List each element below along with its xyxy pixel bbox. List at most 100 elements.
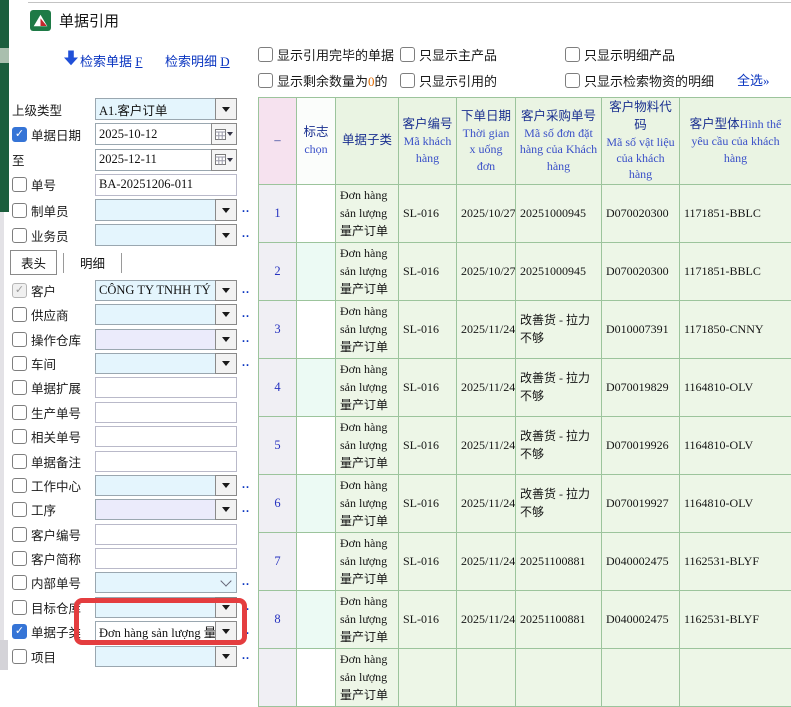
checkbox[interactable] <box>565 73 580 88</box>
dropdown-button[interactable] <box>215 329 237 350</box>
dropdown-button[interactable] <box>215 475 237 496</box>
column-header[interactable]: 单据子类 <box>336 98 399 185</box>
table-cell[interactable]: 1164810-OLV <box>680 474 791 532</box>
table-cell[interactable]: 1164810-OLV <box>680 416 791 474</box>
table-cell[interactable]: 7 <box>259 532 297 590</box>
table-cell[interactable]: 改善货 - 拉力不够 <box>516 474 602 532</box>
select-all-link[interactable]: 全选» <box>737 70 770 89</box>
combo-value[interactable] <box>95 224 215 246</box>
table-cell[interactable] <box>297 184 336 242</box>
checkbox[interactable] <box>400 73 415 88</box>
table-cell[interactable]: 2025/10/27 <box>457 184 516 242</box>
table-cell[interactable] <box>297 590 336 648</box>
table-cell[interactable]: 4 <box>259 358 297 416</box>
checkbox[interactable] <box>12 177 27 192</box>
table-cell[interactable]: 2025/11/24 <box>457 590 516 648</box>
checkbox[interactable] <box>12 454 27 469</box>
table-cell[interactable]: 改善货 - 拉力不够 <box>516 300 602 358</box>
checkbox[interactable] <box>565 47 580 62</box>
table-cell[interactable]: D070020300 <box>602 184 680 242</box>
table-cell[interactable]: 改善货 - 拉力不够 <box>516 358 602 416</box>
dropdown-button[interactable] <box>215 499 237 520</box>
table-cell[interactable]: Đơn hàng sản lượng 量产订单 <box>336 648 399 706</box>
table-cell[interactable]: D040002475 <box>602 590 680 648</box>
checkbox[interactable] <box>12 356 27 371</box>
table-cell[interactable]: Đơn hàng sản lượng 量产订单 <box>336 474 399 532</box>
more-button[interactable]: .. <box>242 355 250 370</box>
more-button[interactable]: .. <box>242 574 250 589</box>
checkbox[interactable] <box>12 527 27 542</box>
table-cell[interactable]: SL-016 <box>399 358 457 416</box>
dropdown-button[interactable] <box>215 304 237 325</box>
table-cell[interactable] <box>602 648 680 706</box>
calendar-dropdown-button[interactable] <box>211 149 237 171</box>
combo-value[interactable] <box>95 199 215 221</box>
table-cell[interactable]: Đơn hàng sản lượng 量产订单 <box>336 184 399 242</box>
table-cell[interactable]: SL-016 <box>399 300 457 358</box>
checkbox[interactable] <box>12 307 27 322</box>
dropdown-button[interactable] <box>215 199 237 221</box>
text-input[interactable] <box>95 524 237 545</box>
combo-value[interactable] <box>95 475 215 496</box>
text-input[interactable] <box>95 402 237 423</box>
table-cell[interactable]: 2025/10/27 <box>457 242 516 300</box>
table-cell[interactable]: 8 <box>259 590 297 648</box>
checkbox[interactable]: ✓ <box>12 624 27 639</box>
checkbox[interactable] <box>12 600 27 615</box>
table-cell[interactable]: SL-016 <box>399 474 457 532</box>
checkbox[interactable] <box>12 478 27 493</box>
table-cell[interactable]: 1 <box>259 184 297 242</box>
more-button[interactable]: .. <box>242 501 250 516</box>
table-cell[interactable]: SL-016 <box>399 416 457 474</box>
table-cell[interactable]: 1171851-BBLC <box>680 184 791 242</box>
checkbox[interactable] <box>258 73 273 88</box>
column-header[interactable]: 客户采购单号Mã số đơn đặt hàng của Khách hàng <box>516 98 602 185</box>
dropdown-button[interactable] <box>215 98 237 120</box>
column-header[interactable]: 客户编号Mã khách hàng <box>399 98 457 185</box>
table-cell[interactable]: Đơn hàng sản lượng 量产订单 <box>336 358 399 416</box>
dropdown-button[interactable] <box>215 621 237 642</box>
column-header[interactable]: 标志chọn <box>297 98 336 185</box>
dropdown-button[interactable] <box>215 224 237 246</box>
calendar-dropdown-button[interactable] <box>211 123 237 145</box>
text-input[interactable] <box>95 377 237 398</box>
table-cell[interactable] <box>297 300 336 358</box>
column-header[interactable]: – <box>259 98 297 185</box>
column-header[interactable]: 客户物料代码Mã số vật liệu của khách hàng <box>602 98 680 185</box>
tab-表头[interactable]: 表头 <box>10 250 57 275</box>
table-cell[interactable] <box>259 648 297 706</box>
checkbox[interactable] <box>258 47 273 62</box>
more-button[interactable]: .. <box>242 477 250 492</box>
combo-chevron-value[interactable] <box>95 572 237 593</box>
dropdown-button[interactable] <box>215 597 237 618</box>
table-cell[interactable]: 1164810-OLV <box>680 358 791 416</box>
checkbox[interactable] <box>12 429 27 444</box>
more-button[interactable]: .. <box>242 331 250 346</box>
table-cell[interactable]: 20251000945 <box>516 242 602 300</box>
combo-value[interactable] <box>95 499 215 520</box>
table-cell[interactable]: 1171851-BBLC <box>680 242 791 300</box>
table-cell[interactable]: Đơn hàng sản lượng 量产订单 <box>336 532 399 590</box>
table-cell[interactable]: D070019926 <box>602 416 680 474</box>
combo-value[interactable]: A1.客户订单 <box>95 98 215 120</box>
text-input[interactable]: BA-20251206-011 <box>95 174 237 196</box>
table-cell[interactable]: 2025/11/24 <box>457 300 516 358</box>
more-button[interactable]: .. <box>242 599 250 614</box>
table-cell[interactable]: SL-016 <box>399 242 457 300</box>
table-cell[interactable] <box>297 474 336 532</box>
table-cell[interactable]: SL-016 <box>399 184 457 242</box>
table-cell[interactable] <box>399 648 457 706</box>
table-cell[interactable]: SL-016 <box>399 590 457 648</box>
table-cell[interactable]: 5 <box>259 416 297 474</box>
checkbox[interactable]: ✓ <box>12 127 27 142</box>
table-cell[interactable] <box>516 648 602 706</box>
combo-value[interactable] <box>95 597 215 618</box>
table-cell[interactable]: 2025/11/24 <box>457 416 516 474</box>
table-cell[interactable] <box>297 358 336 416</box>
combo-value[interactable] <box>95 646 215 667</box>
dropdown-button[interactable] <box>215 646 237 667</box>
search-detail-link[interactable]: 检索明细 D <box>165 51 230 70</box>
dropdown-button[interactable] <box>215 280 237 301</box>
table-cell[interactable]: 2 <box>259 242 297 300</box>
table-cell[interactable]: D070020300 <box>602 242 680 300</box>
